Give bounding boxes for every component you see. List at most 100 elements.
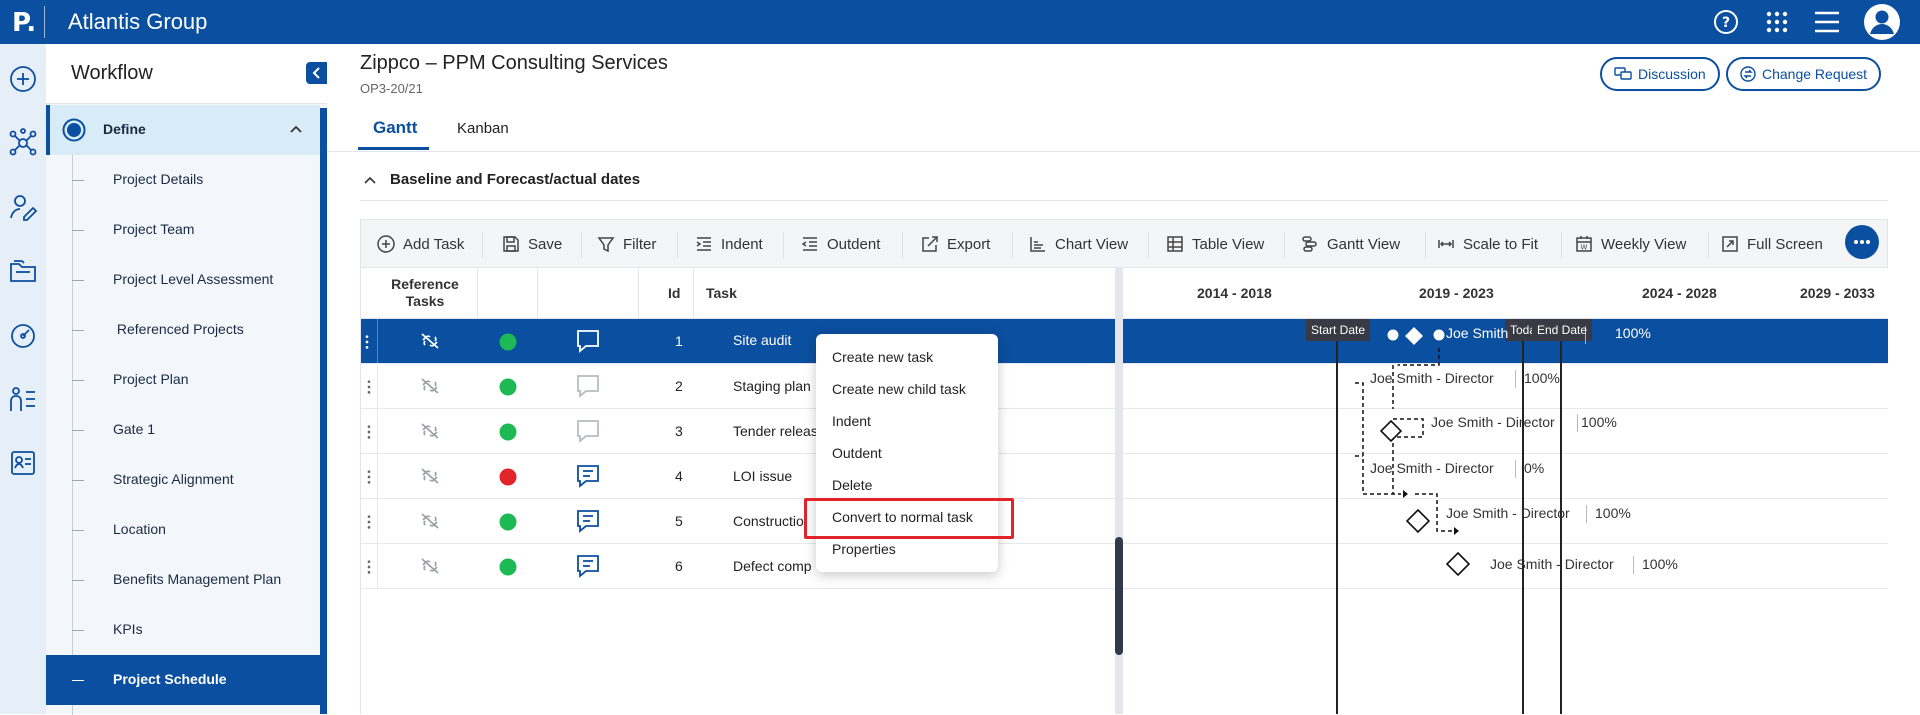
user-edit-icon[interactable]: [8, 192, 38, 222]
menu-item-indent[interactable]: Indent: [832, 413, 871, 429]
task-name[interactable]: Staging plan: [733, 378, 811, 394]
workflow-item-project-level-assessment[interactable]: Project Level Assessment: [46, 255, 320, 305]
task-name[interactable]: Constructio: [733, 513, 804, 529]
unlink-icon[interactable]: [419, 511, 441, 531]
full-screen-button[interactable]: Full Screen: [1721, 220, 1823, 268]
tab-kanban[interactable]: Kanban: [457, 120, 509, 137]
table-icon: [1167, 236, 1183, 252]
gantt-view-button[interactable]: Gantt View: [1301, 220, 1400, 268]
user-avatar-icon[interactable]: [1862, 2, 1902, 42]
more-options-button[interactable]: [1845, 225, 1879, 259]
workflow-item-benefits-management-plan[interactable]: Benefits Management Plan: [46, 555, 320, 605]
chevron-up-icon[interactable]: [364, 176, 376, 184]
add-icon[interactable]: [8, 64, 38, 94]
tab-gantt[interactable]: Gantt: [373, 118, 417, 138]
save-button[interactable]: Save: [502, 220, 562, 268]
workflow-item-label: Strategic Alignment: [113, 471, 234, 487]
task-name[interactable]: LOI issue: [733, 468, 792, 484]
table-view-button[interactable]: Table View: [1166, 220, 1264, 268]
comment-lines-icon[interactable]: [575, 509, 601, 533]
drag-handle-icon[interactable]: [367, 511, 371, 533]
task-name[interactable]: Site audit: [733, 332, 791, 348]
weekly-view-button[interactable]: W Weekly View: [1575, 220, 1686, 268]
unlink-icon[interactable]: [419, 421, 441, 441]
menu-item-properties[interactable]: Properties: [832, 541, 896, 557]
task-name[interactable]: Defect comp: [733, 558, 812, 574]
unlink-icon[interactable]: [419, 556, 441, 576]
help-circle-icon[interactable]: ?: [1712, 8, 1740, 36]
drag-handle-icon[interactable]: [367, 556, 371, 578]
apps-grid-icon[interactable]: [1763, 8, 1791, 36]
stage-define[interactable]: Define: [46, 105, 320, 155]
indent-button[interactable]: Indent: [695, 220, 763, 268]
table-row[interactable]: 4 LOI issue: [361, 454, 1116, 499]
dashboard-gauge-icon[interactable]: [8, 320, 38, 350]
add-task-button[interactable]: Add Task: [377, 220, 464, 268]
hamburger-menu-icon[interactable]: [1813, 8, 1841, 36]
comment-icon[interactable]: [575, 374, 601, 398]
drag-handle-icon[interactable]: [367, 421, 371, 443]
workflow-item-project-details[interactable]: Project Details: [46, 155, 320, 205]
gantt-percent: 100%: [1642, 556, 1678, 572]
filter-button[interactable]: Filter: [597, 220, 656, 268]
unlink-icon[interactable]: [419, 466, 441, 486]
comment-lines-icon[interactable]: [575, 464, 601, 488]
workflow-item-gate-1[interactable]: Gate 1: [46, 405, 320, 455]
bar-chart-icon: [1030, 237, 1045, 252]
table-view-label: Table View: [1192, 235, 1265, 253]
chart-view-button[interactable]: Chart View: [1029, 220, 1128, 268]
table-row[interactable]: 1 Site audit: [361, 319, 1116, 364]
workflow-item-project-plan[interactable]: Project Plan: [46, 355, 320, 405]
status-dot-green: [499, 333, 517, 351]
milestone-diamond[interactable]: [1446, 552, 1470, 576]
menu-item-delete[interactable]: Delete: [832, 477, 872, 493]
comment-icon[interactable]: [575, 329, 601, 353]
menu-item-create-new-task[interactable]: Create new task: [832, 349, 933, 365]
workflow-item-project-team[interactable]: Project Team: [46, 205, 320, 255]
chevron-up-icon[interactable]: [290, 125, 302, 133]
table-row[interactable]: 2 Staging plan: [361, 364, 1116, 409]
export-button[interactable]: Export: [921, 220, 990, 268]
scale-to-fit-label: Scale to Fit: [1463, 235, 1539, 253]
section-title[interactable]: Baseline and Forecast/actual dates: [390, 171, 640, 188]
stage-label: Define: [103, 121, 146, 137]
milestone-diamond[interactable]: [1403, 325, 1425, 347]
task-name[interactable]: Tender releas: [733, 423, 818, 439]
change-request-button[interactable]: Change Request: [1726, 57, 1882, 91]
drag-handle-icon[interactable]: [367, 376, 371, 398]
workflow-item-project-schedule[interactable]: Project Schedule: [46, 655, 320, 705]
collapse-sidebar-button[interactable]: [306, 62, 327, 84]
workflow-item-strategic-alignment[interactable]: Strategic Alignment: [46, 455, 320, 505]
discussion-button[interactable]: Discussion: [1600, 57, 1720, 91]
workflow-item-label: KPIs: [113, 621, 143, 637]
folder-icon[interactable]: [8, 256, 38, 286]
comment-lines-icon[interactable]: [575, 554, 601, 578]
drag-handle-icon[interactable]: [367, 466, 371, 488]
drag-handle-icon[interactable]: [365, 331, 369, 353]
sidebar-scrollbar[interactable]: [320, 108, 327, 714]
workflow-item-location[interactable]: Location: [46, 505, 320, 555]
gantt-toolbar: Add Task Save Filter Indent Outdent Expo…: [360, 219, 1888, 267]
stage-progress-icon: [62, 118, 86, 142]
scale-to-fit-button[interactable]: Scale to Fit: [1437, 220, 1538, 268]
unlink-icon[interactable]: [419, 331, 441, 351]
table-row[interactable]: 3 Tender releas: [361, 409, 1116, 454]
splitter-handle[interactable]: [1115, 537, 1123, 655]
outdent-button[interactable]: Outdent: [801, 220, 880, 268]
people-list-icon[interactable]: [8, 384, 38, 414]
filter-label: Filter: [623, 235, 657, 253]
workflow-item-referenced-projects[interactable]: Referenced Projects: [46, 305, 320, 355]
network-icon[interactable]: [8, 128, 38, 158]
status-dot-green: [499, 378, 517, 396]
unlink-icon[interactable]: [419, 376, 441, 396]
workflow-item-kpis[interactable]: KPIs: [46, 605, 320, 655]
milestone-diamond[interactable]: [1406, 509, 1430, 533]
milestone-diamond[interactable]: [1380, 420, 1402, 442]
app-logo[interactable]: P.: [12, 8, 36, 38]
id-card-icon[interactable]: [8, 448, 38, 478]
comment-icon[interactable]: [575, 419, 601, 443]
menu-item-create-new-child-task[interactable]: Create new child task: [832, 381, 966, 397]
menu-item-outdent[interactable]: Outdent: [832, 445, 882, 461]
gantt-percent: 100%: [1524, 370, 1560, 386]
table-row[interactable]: 6 Defect comp: [361, 544, 1116, 589]
